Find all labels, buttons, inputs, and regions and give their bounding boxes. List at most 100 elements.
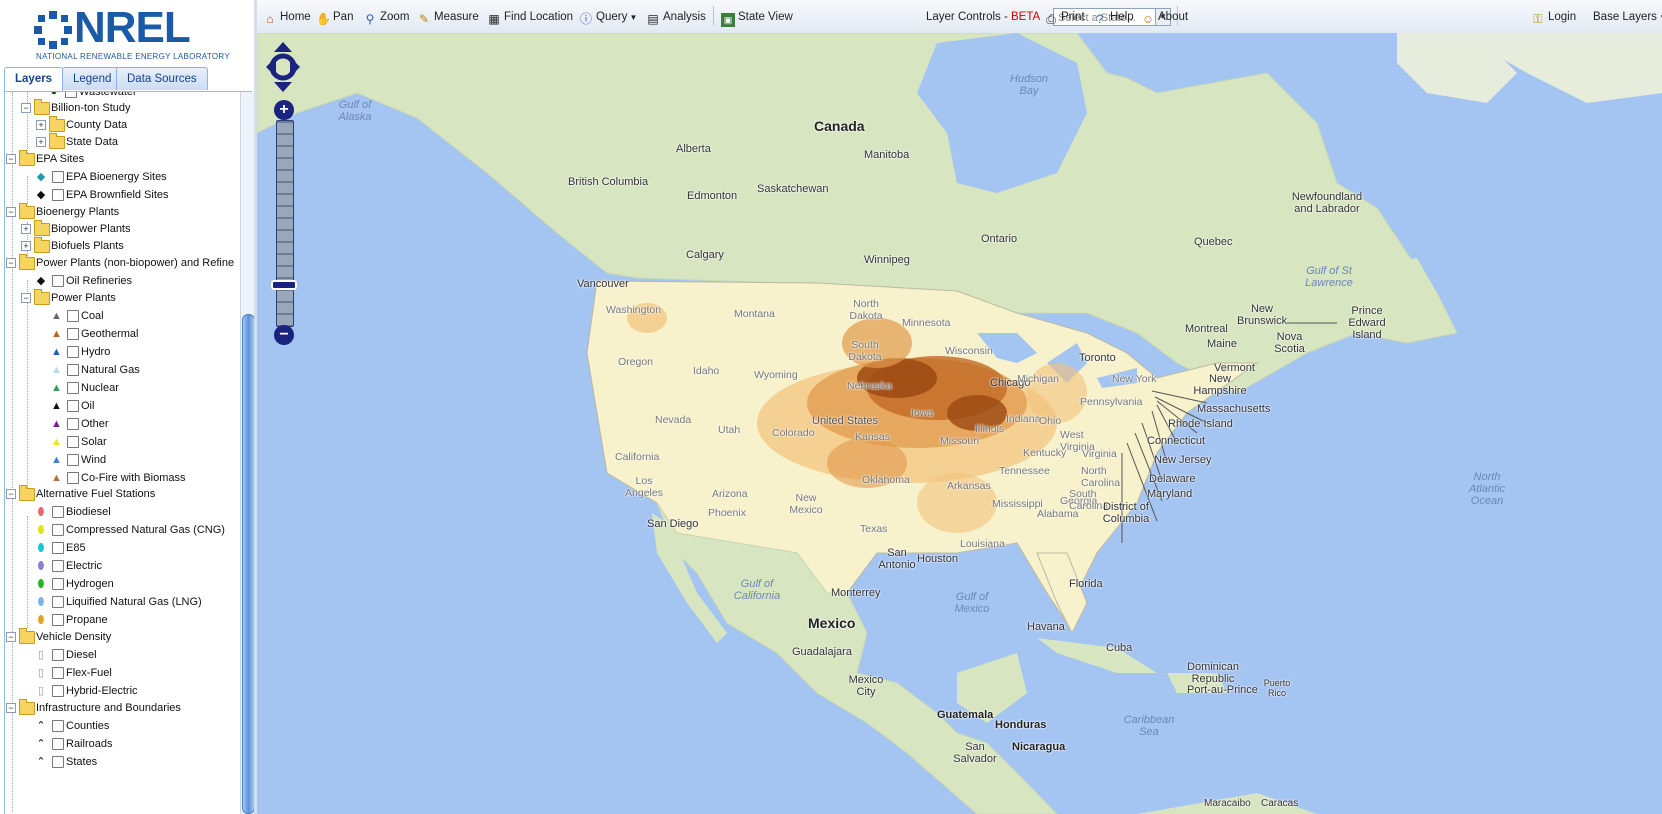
layer-checkbox[interactable] (67, 346, 79, 358)
zoom-slider[interactable]: + − (271, 100, 297, 345)
panel-tabs: Layers Legend Data Sources (4, 67, 252, 92)
pan-down-arrow[interactable] (274, 82, 292, 92)
pan-button[interactable]: ✋ Pan (316, 8, 353, 26)
layer-checkbox[interactable] (67, 310, 79, 322)
expand-icon[interactable]: + (21, 241, 31, 251)
zoom-in-button[interactable]: + (274, 100, 294, 120)
layer-checkbox[interactable] (52, 685, 64, 697)
layer-checkbox[interactable] (52, 596, 64, 608)
magnifier-icon: ⚲ (365, 12, 375, 26)
collapse-icon[interactable]: − (6, 632, 16, 642)
tab-data-sources[interactable]: Data Sources (116, 67, 208, 90)
tree-scrollbar[interactable] (240, 92, 255, 814)
layer-checkbox[interactable] (52, 524, 64, 536)
pan-up-arrow[interactable] (274, 42, 292, 52)
layer-checkbox[interactable] (52, 738, 64, 750)
map-label-state: North Dakota (849, 298, 883, 322)
tree-label: Diesel (66, 649, 97, 661)
tab-layers[interactable]: Layers (4, 67, 64, 91)
expand-icon[interactable]: + (36, 137, 46, 147)
collapse-icon[interactable]: − (21, 293, 31, 303)
layer-checkbox[interactable] (67, 418, 79, 430)
map-label-city: Mexico City (848, 674, 884, 698)
map-label-city: Edmonton (687, 190, 738, 202)
collapse-icon[interactable]: − (6, 703, 16, 713)
find-location-button[interactable]: ▦ Find Location (487, 8, 573, 26)
legend-symbol-icon: ▯ (37, 685, 45, 697)
zoom-track[interactable] (276, 120, 294, 327)
tree-label: Infrastructure and Boundaries (36, 702, 181, 714)
layer-checkbox[interactable] (52, 506, 64, 518)
print-button[interactable]: ⎙ Print (1044, 8, 1084, 26)
nrel-logo[interactable]: NREL NATIONAL RENEWABLE ENERGY LABORATOR… (34, 4, 230, 62)
map-label-callout: Maine (1207, 338, 1237, 350)
pan-control[interactable] (266, 42, 300, 92)
analysis-button[interactable]: ▤ Analysis (646, 8, 706, 26)
home-button[interactable]: ⌂ Home (263, 8, 310, 26)
layer-checkbox[interactable] (67, 436, 79, 448)
layer-checkbox[interactable] (67, 400, 79, 412)
layer-checkbox[interactable] (52, 649, 64, 661)
map-label-water: Gulf of St Lawrence (1305, 265, 1353, 289)
legend-symbol-icon: ▲ (51, 400, 62, 412)
checkbox-epa-brownfield[interactable] (52, 189, 64, 201)
legend-symbol-icon: ⬮ (37, 506, 45, 518)
layer-checkbox[interactable] (52, 667, 64, 679)
help-button[interactable]: ? Help (1093, 8, 1134, 26)
expand-icon[interactable]: + (21, 224, 31, 234)
tree-label: EPA Brownfield Sites (66, 189, 169, 201)
map-canvas[interactable]: Canada Mexico Alberta Manitoba British C… (257, 33, 1662, 814)
tab-legend[interactable]: Legend (62, 67, 123, 90)
measure-button[interactable]: ✎ Measure (417, 8, 479, 26)
layer-checkbox[interactable] (52, 578, 64, 590)
legend-symbol-icon: ⬮ (37, 542, 45, 554)
layer-checkbox[interactable] (52, 560, 64, 572)
map-label-city: Guadalajara (792, 646, 852, 658)
checkbox-epa-bioenergy[interactable] (52, 171, 64, 183)
collapse-icon[interactable]: − (6, 258, 16, 268)
dropdown-arrow-icon: ▼ (1657, 13, 1662, 22)
layer-checkbox[interactable] (52, 756, 64, 768)
map-label-water: Gulf of California (733, 578, 781, 602)
collapse-icon[interactable]: − (6, 154, 16, 164)
tree-label: Geothermal (81, 328, 139, 340)
map-label-state: Mississippi (992, 498, 1043, 510)
layer-checkbox[interactable] (52, 542, 64, 554)
checkbox-oil-refineries[interactable] (52, 275, 64, 287)
layer-checkbox[interactable] (67, 472, 79, 484)
layer-checkbox[interactable] (67, 382, 79, 394)
query-button[interactable]: ⓘ Query ▼ (579, 8, 637, 26)
layer-controls-button[interactable]: Layer Controls - BETA (926, 8, 1040, 26)
expand-icon[interactable]: + (36, 120, 46, 130)
layer-checkbox[interactable] (52, 720, 64, 732)
tree-label: Natural Gas (81, 364, 140, 376)
state-view-button[interactable]: ▣ State View (721, 8, 793, 27)
base-layers-button[interactable]: Base Layers ▼ (1593, 8, 1662, 26)
about-button[interactable]: ☺ About (1141, 8, 1188, 26)
checkbox-wastewater[interactable] (65, 92, 77, 98)
zoom-out-button[interactable]: − (274, 325, 294, 345)
layer-checkbox[interactable] (52, 614, 64, 626)
legend-symbol-icon: ⬮ (37, 560, 45, 572)
map-label-state: Oklahoma (862, 474, 910, 486)
layer-checkbox[interactable] (67, 454, 79, 466)
login-button[interactable]: ⚿ Login (1531, 8, 1576, 26)
left-panel: NREL NATIONAL RENEWABLE ENERGY LABORATOR… (0, 0, 257, 814)
collapse-icon[interactable]: − (6, 489, 16, 499)
layer-checkbox[interactable] (67, 364, 79, 376)
map-label-state: Texas (860, 523, 888, 535)
zoom-handle[interactable] (271, 280, 297, 290)
find-location-icon: ▦ (488, 12, 500, 26)
map-label-city: Winnipeg (864, 254, 910, 266)
layer-checkbox[interactable] (67, 328, 79, 340)
collapse-icon[interactable]: − (6, 207, 16, 217)
map-label-state: Arizona (712, 488, 748, 500)
map-label-city: Guatemala (937, 709, 994, 721)
query-label: Query (596, 11, 628, 23)
zoom-button[interactable]: ⚲ Zoom (363, 8, 410, 26)
map-label-mexico: Mexico (808, 615, 856, 631)
map-label-state: Phoenix (708, 507, 746, 519)
diamond-icon: ◆ (36, 275, 46, 287)
collapse-icon[interactable]: − (21, 103, 31, 113)
state-view-label: State View (738, 11, 793, 23)
